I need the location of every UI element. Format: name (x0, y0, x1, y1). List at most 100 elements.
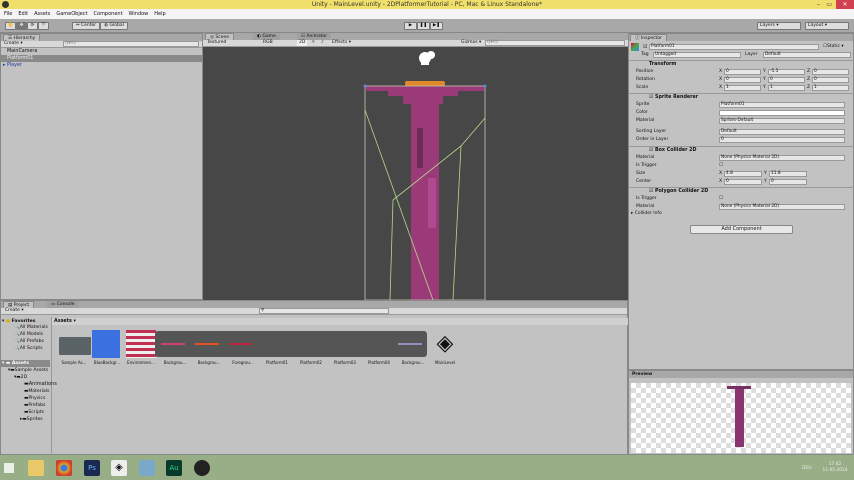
order-in-layer-input[interactable]: 0 (719, 137, 845, 143)
folder-scripts[interactable]: ▬Scripts (24, 409, 50, 416)
sprite-renderer-header[interactable]: ☑ Sprite Renderer (629, 93, 854, 101)
assets-folder[interactable]: ▾ ▬ Assets (0, 360, 50, 367)
move-tool-icon[interactable]: ✥ (16, 22, 27, 30)
scale-tool-icon[interactable]: ⤧ (38, 22, 49, 30)
close-window-button[interactable]: ✕ (836, 0, 854, 9)
sorting-layer-dropdown[interactable]: Default (719, 129, 845, 135)
scene-search-input[interactable]: Q▾All (485, 40, 625, 46)
folder-2d[interactable]: ▾▬2D (14, 374, 27, 381)
audio-toggle-icon[interactable]: ♪ (321, 40, 324, 46)
audition-icon[interactable]: Au (166, 460, 182, 476)
tag-dropdown[interactable]: Untagged (653, 52, 741, 58)
hand-tool-icon[interactable]: ✋ (5, 22, 16, 30)
2d-toggle[interactable]: 2D (297, 40, 308, 46)
asset-environment[interactable] (126, 330, 156, 358)
tab-inspector[interactable]: ⓘ Inspector (630, 34, 667, 41)
object-name-input[interactable]: Platform01 (649, 44, 819, 50)
unity-icon[interactable]: ◈ (111, 460, 127, 476)
center-x-input[interactable]: 0 (724, 179, 762, 185)
tab-console[interactable]: ▭ Console (47, 301, 79, 308)
asset-label[interactable]: MainLevel (428, 360, 462, 365)
favorite-item[interactable]: 🔍All Materials (14, 324, 48, 331)
render-mode-dropdown[interactable]: Textured (207, 40, 226, 46)
app-icon[interactable] (139, 460, 155, 476)
scale-x-input[interactable]: 1 (724, 85, 761, 91)
favorite-item[interactable]: 🔍All Prefabs (14, 338, 44, 345)
tab-project[interactable]: ▤ Project (3, 301, 35, 308)
rotation-z-input[interactable]: 0 (812, 77, 849, 83)
rect-handle[interactable] (363, 84, 367, 88)
position-x-input[interactable]: 0 (724, 69, 761, 75)
hierarchy-item-platform01[interactable]: Platform01 (1, 55, 202, 62)
folder-sprites[interactable]: ▸▬Sprites (20, 416, 50, 423)
polygon-collider-header[interactable]: ☑ Polygon Collider 2D (629, 187, 854, 195)
tab-animator[interactable]: ☷ Animator (297, 33, 332, 40)
transform-header[interactable]: Transform (629, 60, 854, 68)
play-button[interactable]: ▶ (404, 22, 417, 30)
collider-info-foldout[interactable]: ▸ Collider Info (631, 211, 662, 217)
center-y-input[interactable]: 0 (769, 179, 807, 185)
hierarchy-item-maincamera[interactable]: MainCamera (1, 48, 202, 55)
asset-label[interactable]: Platform03 (328, 360, 362, 365)
color-field[interactable] (719, 110, 845, 116)
clock[interactable]: 17:42 11-05-2014 (818, 462, 852, 474)
windows-start-icon[interactable] (4, 463, 14, 473)
pause-button[interactable]: ❚❚ (417, 22, 430, 30)
box-material-field[interactable]: None (Physics Material 2D) (719, 155, 845, 161)
asset-label[interactable]: Platform04 (362, 360, 396, 365)
layers-dropdown[interactable]: Layers ▾ (757, 22, 801, 30)
asset-label[interactable]: Sample As... (57, 360, 91, 365)
active-checkbox[interactable]: ☑ (643, 44, 647, 50)
chrome-icon[interactable] (56, 460, 72, 476)
maximize-button[interactable]: ▭ (826, 0, 832, 9)
file-explorer-icon[interactable] (28, 460, 44, 476)
menu-window[interactable]: Window (129, 9, 149, 19)
favorite-item[interactable]: 🔍All Scripts (14, 345, 43, 352)
position-z-input[interactable]: 0 (812, 69, 849, 75)
menu-gameobject[interactable]: GameObject (56, 9, 87, 19)
material-field[interactable]: Sprites-Default (719, 118, 845, 124)
asset-label[interactable]: Backgrou... (192, 360, 226, 365)
asset-label[interactable]: Backgrou... (396, 360, 430, 365)
folder-sample-assets[interactable]: ▾▬Sample Assets (8, 367, 48, 374)
add-component-button[interactable]: Add Component (690, 225, 793, 234)
menu-file[interactable]: File (4, 9, 12, 19)
size-x-input[interactable]: 4.8 (724, 171, 762, 177)
asset-label[interactable]: Backgrou... (158, 360, 192, 365)
asset-label[interactable]: Platform01 (260, 360, 294, 365)
size-y-input[interactable]: 11.8 (769, 171, 807, 177)
static-checkbox[interactable]: ☐Static ▾ (823, 44, 844, 50)
position-y-input[interactable]: -5.5 (768, 69, 805, 75)
layer-dropdown[interactable]: Default (763, 52, 851, 58)
rotation-y-input[interactable]: 0 (768, 77, 805, 83)
menu-edit[interactable]: Edit (18, 9, 28, 19)
gizmos-dropdown[interactable]: Gizmos ▾ (461, 40, 481, 46)
scale-z-input[interactable]: 1 (812, 85, 849, 91)
tab-scene[interactable]: ◎ Scene (205, 33, 235, 40)
hierarchy-create-button[interactable]: Create ▾ (4, 41, 23, 47)
light-toggle-icon[interactable]: ☼ (311, 40, 315, 46)
poly-material-field[interactable]: None (Physics Material 2D) (719, 204, 845, 210)
sprite-field[interactable]: Platform01 (719, 102, 845, 108)
pivot-global-button[interactable]: ◍ Global (100, 22, 128, 30)
asset-label[interactable]: Foregrou... (226, 360, 260, 365)
photoshop-icon[interactable]: Ps (84, 460, 100, 476)
box-collider-header[interactable]: ☑ Box Collider 2D (629, 146, 854, 154)
box-trigger-checkbox[interactable]: ☐ (719, 163, 723, 169)
folder-materials[interactable]: ▬Materials (24, 388, 50, 395)
project-search-input[interactable]: ⚲ (259, 308, 389, 314)
asset-sample-assets-folder[interactable] (59, 337, 91, 355)
folder-physics[interactable]: ▬Physics (24, 395, 50, 402)
color-mode-dropdown[interactable]: RGB (263, 40, 273, 46)
asset-label[interactable]: BlueBackgr... (90, 360, 124, 365)
minimize-button[interactable]: – (817, 0, 820, 9)
menu-help[interactable]: Help (154, 9, 165, 19)
hierarchy-item-player[interactable]: ▸ Player (1, 62, 202, 69)
tab-hierarchy[interactable]: ☰ Hierarchy (3, 34, 41, 41)
layout-dropdown[interactable]: Layout ▾ (805, 22, 849, 30)
tab-game[interactable]: ◐ Game (253, 33, 280, 40)
pivot-center-button[interactable]: ⇔ Center (72, 22, 100, 30)
menu-component[interactable]: Component (94, 9, 123, 19)
scene-view[interactable] (203, 48, 628, 300)
asset-label[interactable]: Environmen... (124, 360, 158, 365)
